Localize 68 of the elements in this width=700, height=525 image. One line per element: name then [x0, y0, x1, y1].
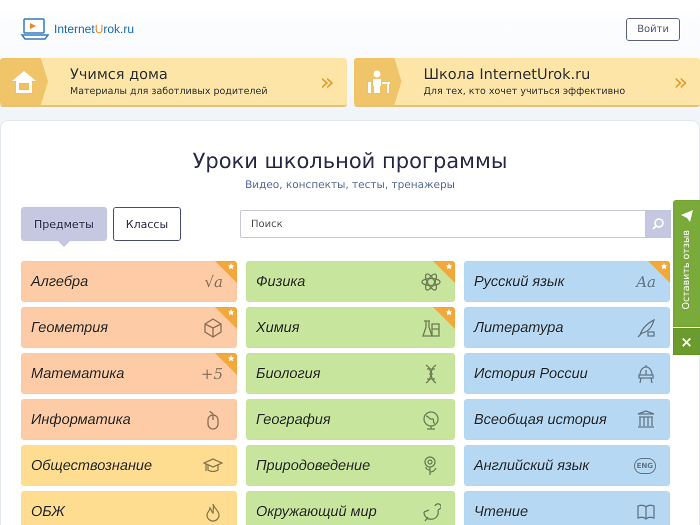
banner[interactable]: Школа InternetUrok.ru Для тех, кто хочет учиться эффективно »	[354, 58, 700, 107]
flask-icon	[421, 318, 441, 338]
subject-card[interactable]: ОБЖ	[21, 491, 237, 525]
subject-card[interactable]: Природоведение	[246, 445, 455, 486]
subject-icon: Aa	[636, 272, 656, 290]
atom-icon	[421, 272, 441, 292]
subject-card[interactable]: Всеобщая история	[464, 399, 670, 440]
subject-name: География	[256, 412, 331, 428]
quill-icon	[636, 318, 656, 338]
subject-icon: √a	[204, 272, 223, 290]
subject-name: Окружающий мир	[256, 504, 377, 520]
banner-title: Учимся дома	[70, 66, 169, 82]
subject-card[interactable]: Информатика	[21, 399, 237, 440]
subject-card[interactable]: Литература	[464, 307, 670, 348]
search-field[interactable]: Поиск	[240, 210, 645, 238]
subject-card[interactable]: История России	[464, 353, 670, 394]
search-button[interactable]	[645, 210, 671, 238]
subject-name: Английский язык	[474, 458, 590, 474]
subject-name: ОБЖ	[31, 504, 65, 520]
tab[interactable]: Предметы	[21, 207, 107, 241]
tab-pointer-icon	[58, 241, 70, 247]
double-chevron-icon: »	[320, 70, 334, 94]
banner-subtitle: Для тех, кто хочет учиться эффективно	[424, 86, 626, 96]
subject-name: История России	[474, 366, 588, 382]
subject-card[interactable]: Математика +5	[21, 353, 237, 394]
search-icon	[651, 217, 665, 231]
polyhedron-icon	[203, 318, 223, 338]
book-icon	[636, 502, 656, 522]
subject-name: Геометрия	[31, 320, 108, 336]
subject-card[interactable]: Физика	[246, 261, 455, 302]
subject-name: Чтение	[474, 504, 528, 520]
tab[interactable]: Классы	[112, 207, 182, 241]
subject-name: Литература	[474, 320, 564, 336]
paper-plane-icon	[680, 210, 692, 222]
page-subtitle: Видео, конспекты, тесты, тренажеры	[244, 179, 456, 191]
house-icon	[11, 68, 37, 94]
subject-card[interactable]: Чтение	[464, 491, 670, 525]
subject-card[interactable]: Алгебра √a	[21, 261, 237, 302]
subject-name: Всеобщая история	[474, 412, 607, 428]
banner-title: Школа InternetUrok.ru	[424, 66, 592, 82]
subject-name: Алгебра	[31, 274, 88, 290]
subject-name: Русский язык	[474, 274, 564, 290]
login-button[interactable]: Войти	[626, 18, 680, 40]
double-chevron-icon: »	[673, 70, 688, 94]
subject-card[interactable]: Окружающий мир	[246, 491, 455, 525]
subject-name: Природоведение	[256, 458, 370, 474]
columns-building-icon	[636, 410, 656, 430]
subject-name: Математика	[31, 366, 124, 382]
subject-name: Физика	[256, 274, 306, 290]
helmet-icon	[636, 364, 656, 384]
subject-card[interactable]: Обществознание	[21, 445, 237, 486]
banner[interactable]: Учимся дома Материалы для заботливых родителей »	[0, 58, 346, 107]
subject-name: Обществознание	[31, 458, 152, 474]
subject-card[interactable]: Геометрия	[21, 307, 237, 348]
page-title: Уроки школьной программы	[192, 149, 508, 173]
site-logo-text[interactable]: InternetUrok.ru	[54, 22, 134, 36]
subject-name: Химия	[256, 320, 300, 336]
laptop-logo-icon	[20, 17, 50, 41]
subject-icon: +5	[200, 364, 223, 382]
subject-name: Информатика	[31, 412, 131, 428]
globe-icon	[421, 410, 441, 430]
banner-subtitle: Материалы для заботливых родителей	[70, 86, 269, 96]
subject-name: Биология	[256, 366, 320, 382]
subject-card[interactable]: Химия	[246, 307, 455, 348]
subject-card[interactable]: Русский язык Aa	[464, 261, 670, 302]
feedback-label: Оставить отзыв	[681, 230, 692, 310]
subject-card[interactable]: Биология	[246, 353, 455, 394]
subject-card[interactable]: География	[246, 399, 455, 440]
